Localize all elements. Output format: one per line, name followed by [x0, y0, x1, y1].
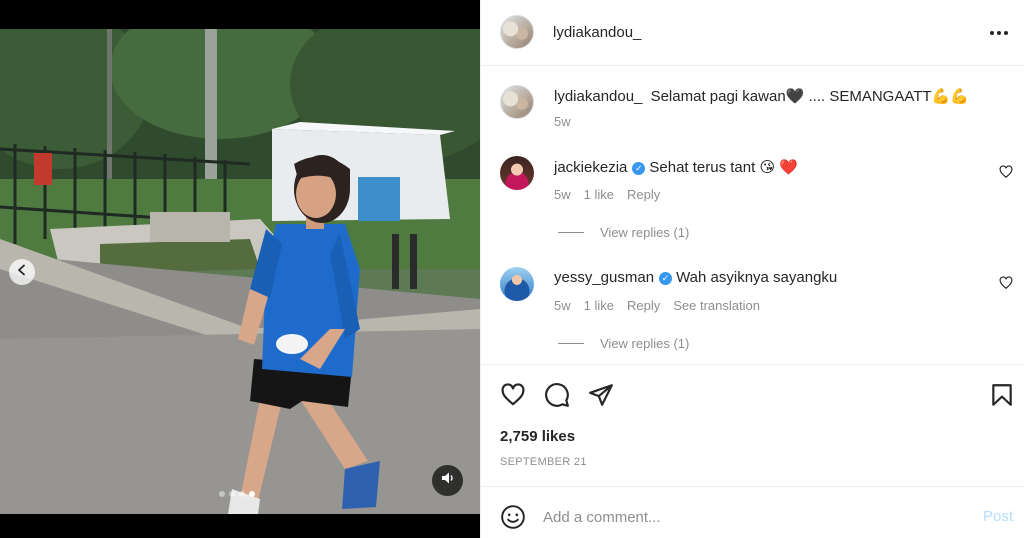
author-username[interactable]: lydiakandou_: [553, 24, 641, 41]
caption-time[interactable]: 5w: [554, 114, 571, 129]
divider: [558, 343, 584, 344]
carousel-dot: [229, 491, 235, 497]
comment-composer: Post: [481, 486, 1024, 538]
comment-text: Sehat terus tant 😘 ❤️: [649, 159, 798, 176]
comment-heart-icon[interactable]: [999, 165, 1013, 179]
caption-username[interactable]: lydiakandou_: [554, 88, 642, 105]
author-avatar[interactable]: [500, 15, 534, 49]
post-detail-panel: lydiakandou_ lydiakandou_ Selamat pagi k…: [480, 0, 1024, 538]
caption-text: Selamat pagi kawan🖤 .... SEMANGAATT💪💪: [650, 88, 969, 105]
bookmark-icon[interactable]: [989, 382, 1015, 408]
heart-icon[interactable]: [500, 382, 526, 408]
comment-likes[interactable]: 1 like: [584, 298, 614, 313]
paper-plane-icon[interactable]: [588, 382, 614, 408]
likes-count[interactable]: 2,759 likes: [500, 428, 575, 445]
comment-item: yessy_gusman ✓ Wah asyiknya sayangku 5w 1 …: [481, 264, 1024, 368]
comment-time[interactable]: 5w: [554, 187, 571, 202]
caption-avatar[interactable]: [500, 85, 534, 119]
comment-heart-icon[interactable]: [999, 276, 1013, 290]
carousel-dot: [219, 491, 225, 497]
comment-item: jackiekezia ✓ Sehat terus tant 😘 ❤️ 5w 1 l…: [481, 153, 1024, 257]
post-button[interactable]: Post: [983, 508, 1013, 525]
smiley-icon[interactable]: [500, 504, 526, 530]
view-replies-label: View replies (1): [600, 225, 690, 240]
post-media[interactable]: [0, 0, 480, 538]
post-actions: 2,759 likes SEPTEMBER 21: [481, 364, 1024, 486]
comments-list: lydiakandou_ Selamat pagi kawan🖤 .... SE…: [481, 67, 1024, 363]
comment-input[interactable]: [543, 502, 963, 532]
view-replies-button[interactable]: View replies (1): [558, 336, 689, 351]
reply-button[interactable]: Reply: [627, 187, 660, 202]
commenter-avatar[interactable]: [500, 267, 534, 301]
post-photo: [0, 29, 480, 514]
verified-badge-icon: ✓: [659, 272, 673, 285]
chevron-left-icon: [16, 263, 28, 281]
verified-badge-icon: ✓: [632, 162, 646, 175]
comment-time[interactable]: 5w: [554, 298, 571, 313]
carousel-indicator: [219, 491, 255, 497]
reply-button[interactable]: Reply: [627, 298, 660, 313]
post-date[interactable]: SEPTEMBER 21: [500, 456, 587, 468]
comment-text: Wah asyiknya sayangku: [676, 269, 838, 286]
commenter-username[interactable]: jackiekezia: [554, 159, 627, 176]
post-caption: lydiakandou_ Selamat pagi kawan🖤 .... SE…: [481, 67, 1024, 133]
divider: [558, 232, 584, 233]
more-horizontal-icon: [990, 31, 1008, 35]
more-options-button[interactable]: [987, 24, 1011, 42]
volume-icon: [441, 471, 455, 490]
comment-likes[interactable]: 1 like: [584, 187, 614, 202]
view-replies-button[interactable]: View replies (1): [558, 225, 689, 240]
carousel-prev-button[interactable]: [9, 259, 35, 285]
commenter-username[interactable]: yessy_gusman: [554, 269, 654, 286]
view-replies-label: View replies (1): [600, 336, 690, 351]
carousel-dot: [239, 491, 245, 497]
post-header: lydiakandou_: [481, 0, 1024, 66]
carousel-dot-active: [249, 491, 255, 497]
commenter-avatar[interactable]: [500, 156, 534, 190]
comment-bubble-icon[interactable]: [544, 382, 570, 408]
see-translation-button[interactable]: See translation: [673, 298, 760, 313]
mute-toggle-button[interactable]: [432, 465, 463, 496]
